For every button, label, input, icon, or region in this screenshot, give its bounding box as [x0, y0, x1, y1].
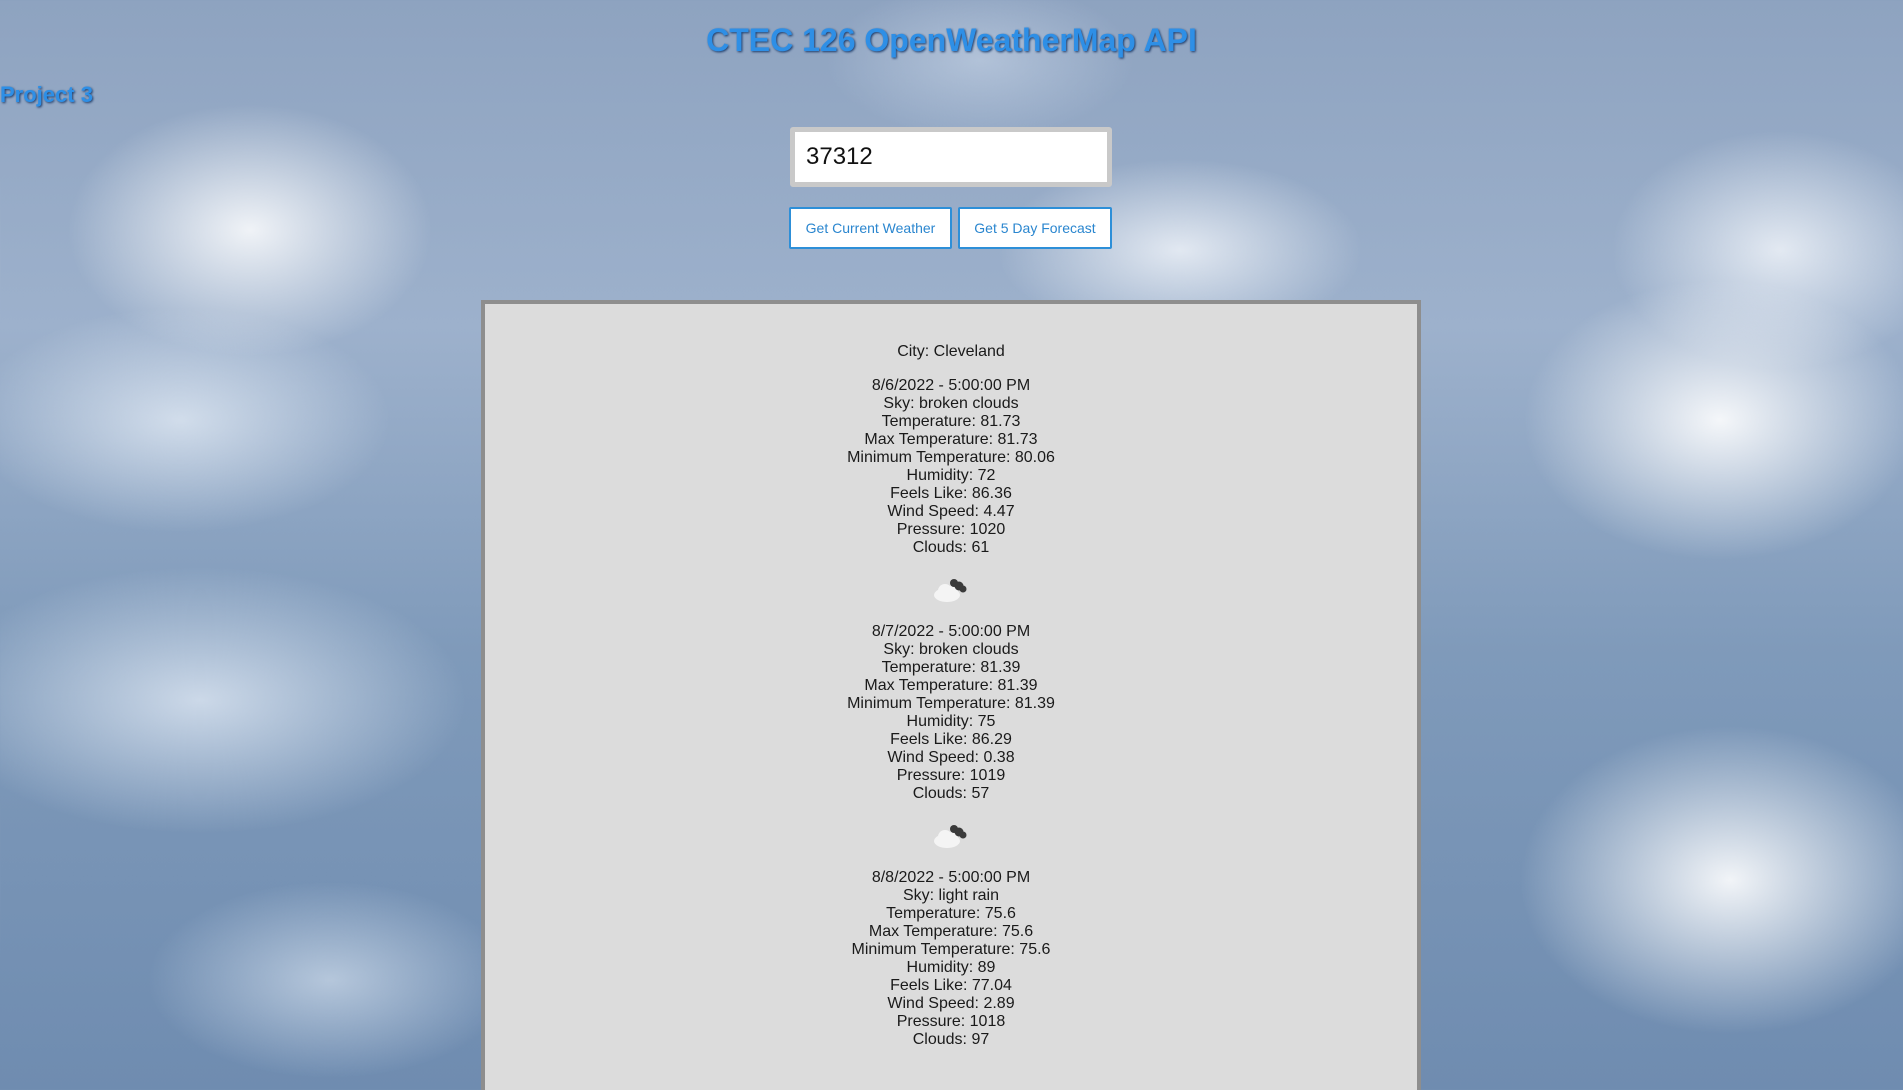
- forecast-feels-like: Feels Like: 86.36: [890, 485, 1012, 502]
- get-5-day-forecast-button[interactable]: Get 5 Day Forecast: [958, 207, 1112, 249]
- forecast-min-temperature: Minimum Temperature: 75.6: [851, 941, 1051, 958]
- forecast-min-temperature: Minimum Temperature: 81.39: [847, 695, 1055, 712]
- forecast-max-temperature: Max Temperature: 81.39: [864, 677, 1038, 694]
- forecast-temperature: Temperature: 81.73: [881, 413, 1021, 430]
- forecast-temperature: Temperature: 81.39: [881, 659, 1021, 676]
- forecast-sky: Sky: light rain: [902, 887, 1000, 904]
- weather-results-panel: City: Cleveland 8/6/2022 - 5:00:00 PM Sk…: [481, 300, 1421, 1090]
- city-label: City: Cleveland: [897, 343, 1005, 360]
- forecast-day: 8/6/2022 - 5:00:00 PM Sky: broken clouds…: [485, 377, 1417, 603]
- page-title: CTEC 126 OpenWeatherMap API: [706, 22, 1197, 58]
- forecast-day: 8/8/2022 - 5:00:00 PM Sky: light rain Te…: [485, 869, 1417, 1049]
- forecast-max-temperature: Max Temperature: 81.73: [864, 431, 1038, 448]
- forecast-datetime: 8/7/2022 - 5:00:00 PM: [871, 623, 1031, 640]
- zip-code-input[interactable]: [790, 127, 1112, 187]
- forecast-clouds: Clouds: 61: [912, 539, 990, 556]
- forecast-sky: Sky: broken clouds: [883, 641, 1019, 658]
- broken-clouds-icon: [934, 825, 967, 848]
- forecast-feels-like: Feels Like: 86.29: [890, 731, 1012, 748]
- forecast-temperature: Temperature: 75.6: [886, 905, 1016, 922]
- forecast-clouds: Clouds: 57: [912, 785, 990, 802]
- forecast-pressure: Pressure: 1020: [896, 521, 1006, 538]
- forecast-humidity: Humidity: 75: [906, 713, 996, 730]
- forecast-min-temperature: Minimum Temperature: 80.06: [847, 449, 1055, 466]
- page-subtitle: Project 3: [0, 82, 93, 107]
- forecast-pressure: Pressure: 1019: [896, 767, 1006, 784]
- forecast-day: 8/7/2022 - 5:00:00 PM Sky: broken clouds…: [485, 623, 1417, 849]
- forecast-wind-speed: Wind Speed: 2.89: [887, 995, 1015, 1012]
- forecast-wind-speed: Wind Speed: 0.38: [887, 749, 1015, 766]
- forecast-clouds: Clouds: 97: [912, 1031, 990, 1048]
- forecast-wind-speed: Wind Speed: 4.47: [887, 503, 1015, 520]
- forecast-datetime: 8/8/2022 - 5:00:00 PM: [871, 869, 1031, 886]
- forecast-max-temperature: Max Temperature: 75.6: [868, 923, 1034, 940]
- get-current-weather-button[interactable]: Get Current Weather: [789, 207, 952, 249]
- forecast-humidity: Humidity: 89: [906, 959, 996, 976]
- forecast-feels-like: Feels Like: 77.04: [890, 977, 1012, 994]
- forecast-pressure: Pressure: 1018: [896, 1013, 1006, 1030]
- page-header: CTEC 126 OpenWeatherMap API: [0, 0, 1903, 58]
- forecast-humidity: Humidity: 72: [906, 467, 996, 484]
- forecast-datetime: 8/6/2022 - 5:00:00 PM: [871, 377, 1031, 394]
- broken-clouds-icon: [934, 579, 967, 602]
- forecast-sky: Sky: broken clouds: [883, 395, 1019, 412]
